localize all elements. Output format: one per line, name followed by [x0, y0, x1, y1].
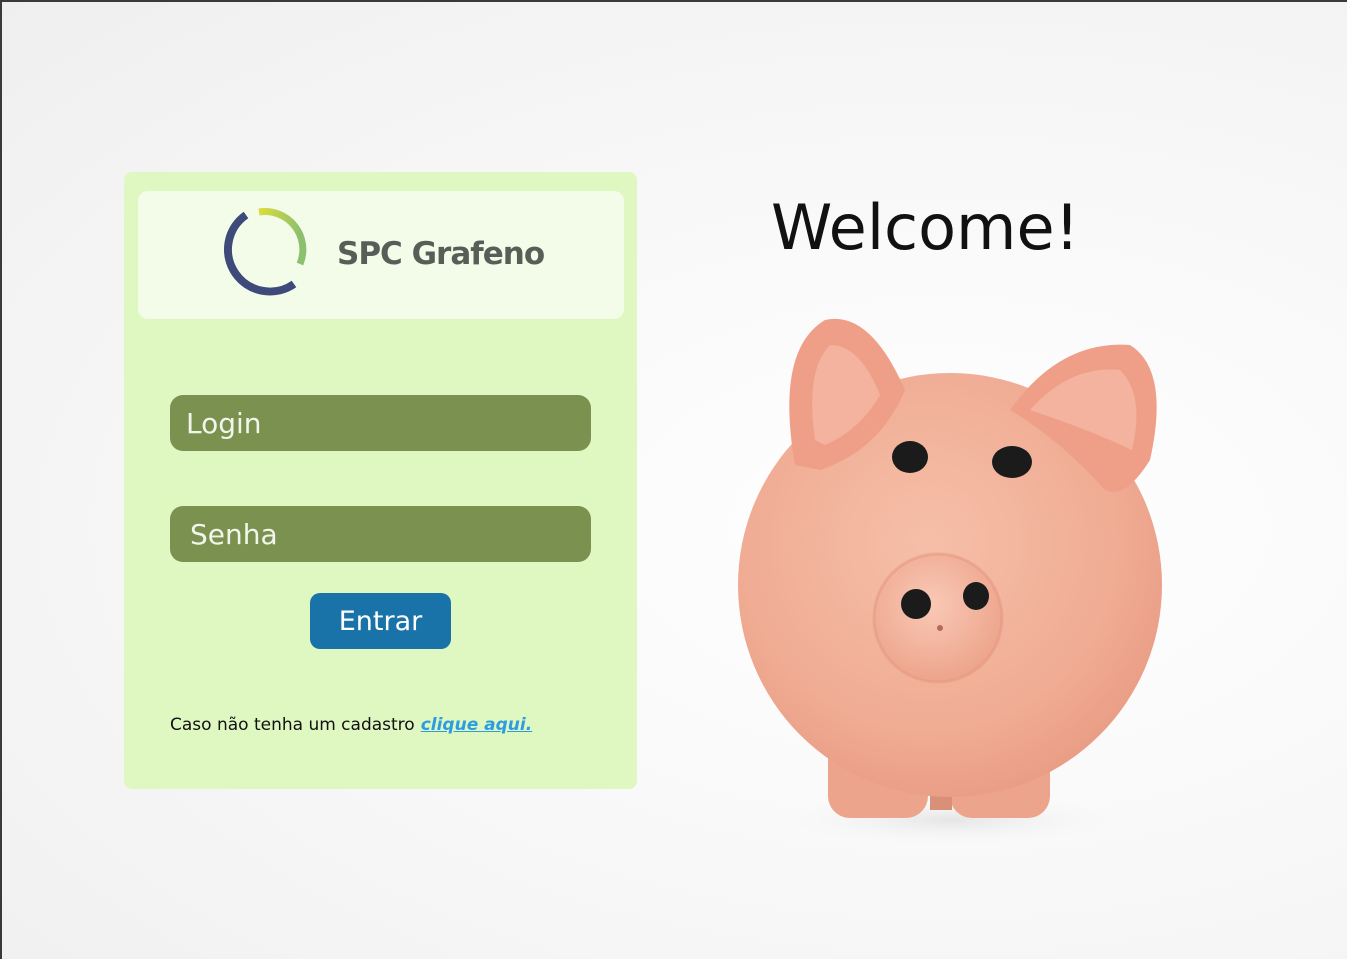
login-field[interactable] — [170, 395, 591, 451]
brand-name: SPC Grafeno — [337, 236, 545, 272]
window-left-border — [0, 0, 2, 959]
logo-container: SPC Grafeno — [138, 191, 624, 319]
ring-logo-icon — [224, 208, 307, 296]
password-field[interactable] — [170, 506, 591, 562]
window-top-border — [0, 0, 1347, 2]
login-card: SPC Grafeno Entrar Caso não tenha um cad… — [124, 172, 637, 789]
login-input[interactable] — [170, 395, 591, 451]
password-input[interactable] — [170, 506, 591, 562]
enter-button[interactable]: Entrar — [310, 593, 451, 649]
signup-text: Caso não tenha um cadastro — [170, 715, 415, 735]
welcome-heading: Welcome! — [771, 191, 1080, 264]
signup-row: Caso não tenha um cadastro clique aqui. — [170, 715, 532, 735]
piggy-bank-illustration — [738, 318, 1162, 850]
signup-link[interactable]: clique aqui. — [421, 715, 532, 735]
